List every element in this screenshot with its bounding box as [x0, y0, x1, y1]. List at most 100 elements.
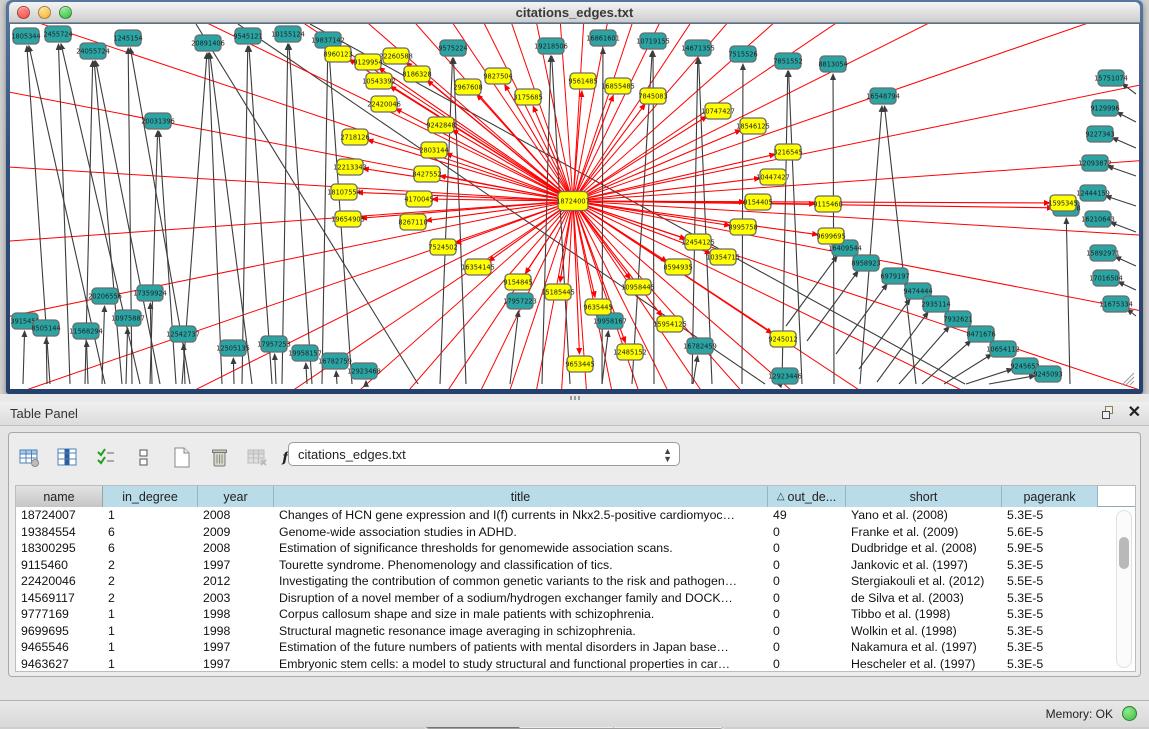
graph-node[interactable]: 9827504 — [483, 68, 512, 84]
graph-node[interactable]: 12923468 — [347, 363, 381, 379]
float-window-icon[interactable] — [1102, 405, 1118, 421]
graph-node[interactable]: 8186328 — [402, 66, 431, 82]
delete-column-icon[interactable] — [207, 445, 233, 471]
graph-node[interactable]: 24055724 — [76, 43, 110, 59]
graph-node[interactable]: 10155124 — [271, 26, 305, 42]
graph-node[interactable]: 16210643 — [1081, 211, 1115, 227]
graph-node[interactable]: 8995758 — [728, 219, 757, 235]
graph-node[interactable]: 4170045 — [404, 191, 433, 207]
table-settings-icon[interactable] — [17, 445, 43, 471]
graph-node[interactable]: 16354145 — [461, 259, 495, 275]
graph-node[interactable]: 19958157 — [288, 345, 322, 361]
graph-node[interactable]: 12542737 — [166, 326, 200, 342]
graph-node[interactable]: 14671355 — [681, 40, 715, 56]
table-row[interactable]: 946554611997Estimation of the future num… — [16, 639, 1135, 656]
graph-node[interactable]: 11675334 — [1099, 296, 1133, 312]
graph-node[interactable]: 19218506 — [534, 38, 568, 54]
graph-node[interactable]: 10958445 — [621, 279, 655, 295]
graph-node[interactable]: 11568294 — [69, 323, 103, 339]
column-checklist-icon[interactable] — [93, 445, 119, 471]
graph-node[interactable]: 9129954 — [353, 54, 382, 70]
graph-node[interactable]: 22260588 — [379, 48, 413, 64]
show-columns-icon[interactable] — [55, 445, 81, 471]
panel-divider[interactable] — [0, 394, 1149, 402]
graph-node[interactable]: 8267110 — [398, 214, 427, 230]
graph-node[interactable]: 17957253 — [257, 336, 291, 352]
graph-node[interactable]: 9227343 — [1085, 126, 1114, 142]
graph-node[interactable]: 10975887 — [111, 310, 145, 326]
graph-node[interactable]: 7851552 — [773, 53, 802, 69]
column-header-title[interactable]: title — [274, 486, 768, 507]
column-header-outde[interactable]: △out_de... — [768, 486, 846, 507]
graph-node[interactable]: 7515526 — [728, 46, 757, 62]
column-header-year[interactable]: year — [198, 486, 274, 507]
delete-table-icon[interactable] — [245, 445, 271, 471]
graph-node[interactable]: 18546125 — [736, 118, 770, 134]
row-height-icon[interactable] — [131, 445, 157, 471]
graph-node[interactable]: 17957223 — [503, 293, 537, 309]
graph-node[interactable]: 2967608 — [453, 79, 482, 95]
scrollbar-thumb[interactable] — [1119, 537, 1129, 569]
column-header-pagerank[interactable]: pagerank — [1002, 486, 1098, 507]
graph-node[interactable]: 9154845 — [503, 274, 532, 290]
graph-node[interactable]: 2803144 — [419, 142, 448, 158]
column-header-short[interactable]: short — [846, 486, 1002, 507]
graph-node[interactable]: 17016504 — [1089, 270, 1123, 286]
graph-node[interactable]: 12444159 — [1076, 185, 1110, 201]
graph-node[interactable]: 12923446 — [768, 368, 802, 384]
graph-node[interactable]: 19654903 — [331, 211, 365, 227]
graph-node[interactable]: 2935114 — [921, 296, 950, 312]
graph-node[interactable]: 16861601 — [586, 30, 620, 46]
graph-node[interactable]: 9575224 — [438, 40, 467, 56]
close-icon[interactable]: ✕ — [1128, 405, 1141, 421]
graph-node[interactable]: 10654112 — [986, 341, 1020, 357]
graph-node[interactable]: 8958923 — [851, 255, 880, 271]
graph-node[interactable]: 10543392 — [362, 73, 396, 89]
graph-node[interactable]: 6979197 — [880, 268, 909, 284]
graph-node[interactable]: 16782459 — [683, 338, 717, 354]
table-selector-combobox[interactable]: citations_edges.txt ▲▼ — [288, 442, 680, 466]
table-row[interactable]: 1830029562008Estimation of significance … — [16, 540, 1135, 557]
table-row[interactable]: 2242004622012Investigating the contribut… — [16, 573, 1135, 590]
graph-node[interactable]: 1805344 — [11, 28, 40, 44]
graph-node[interactable]: 20206556 — [88, 288, 122, 304]
graph-node[interactable]: 2718126 — [340, 129, 369, 145]
graph-node[interactable]: 16548794 — [866, 88, 900, 104]
table-row[interactable]: 1938455462009Genome-wide association stu… — [16, 524, 1135, 541]
graph-node[interactable]: 18724007 — [556, 192, 590, 211]
graph-node[interactable]: 15185445 — [541, 284, 575, 300]
graph-node[interactable]: 12093872 — [1078, 155, 1112, 171]
graph-node[interactable]: 10447427 — [756, 169, 790, 185]
graph-node[interactable]: 9653445 — [565, 356, 594, 372]
graph-node[interactable]: 7932621 — [943, 311, 972, 327]
graph-node[interactable]: 9635445 — [583, 299, 612, 315]
graph-node[interactable]: 8471676 — [966, 326, 995, 342]
table-row[interactable]: 1456911722003Disruption of a novel membe… — [16, 590, 1135, 607]
graph-node[interactable]: 15892971 — [1086, 245, 1120, 261]
new-column-icon[interactable] — [169, 445, 195, 471]
column-header-name[interactable]: name — [16, 486, 103, 507]
graph-node[interactable]: 9245093 — [1033, 366, 1062, 382]
graph-node[interactable]: 12454125 — [681, 234, 715, 250]
graph-node[interactable]: 8505144 — [31, 320, 60, 336]
table-row[interactable]: 946362711997Embryonic stem cells: a mode… — [16, 656, 1135, 673]
column-header-indegree[interactable]: in_degree — [103, 486, 198, 507]
graph-node[interactable]: 3175685 — [513, 89, 542, 105]
table-row[interactable]: 977716911998Corpus callosum shape and si… — [16, 606, 1135, 623]
network-canvas[interactable]: 1805344245572424055724124515420891406954… — [10, 24, 1139, 389]
graph-node[interactable]: 16855485 — [601, 78, 635, 94]
graph-node[interactable]: 9545121 — [233, 28, 262, 44]
graph-node[interactable]: 7845083 — [638, 88, 667, 104]
graph-node[interactable]: 20891406 — [191, 35, 225, 51]
graph-node[interactable]: 8594935 — [663, 259, 692, 275]
divider-grip-icon[interactable] — [570, 396, 580, 400]
graph-node[interactable]: 15751074 — [1094, 70, 1128, 86]
table-row[interactable]: 1872400712008Changes of HCN gene express… — [16, 507, 1135, 524]
graph-node[interactable]: 9561485 — [568, 73, 597, 89]
graph-node[interactable]: 12485152 — [613, 344, 647, 360]
graph-node[interactable]: 8960123 — [323, 46, 352, 62]
network-canvas-svg[interactable]: 1805344245572424055724124515420891406954… — [10, 24, 1139, 389]
graph-node[interactable]: 10747427 — [701, 103, 735, 119]
graph-node[interactable]: 9115460 — [813, 196, 842, 212]
graph-node[interactable]: 18107554 — [327, 184, 361, 200]
